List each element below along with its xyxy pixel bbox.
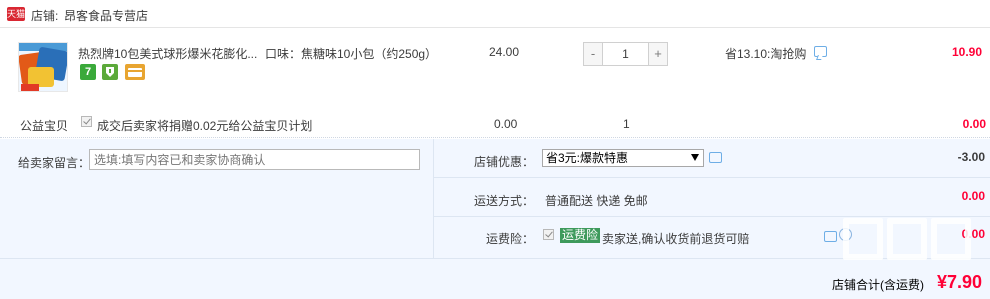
sku-option: 口味：焦糖味10小包（约250g） — [265, 47, 438, 61]
service-icons: 7 — [80, 64, 148, 80]
charity-total: 0.00 — [962, 117, 986, 131]
quantity-stepper: - 1 + — [583, 42, 668, 66]
seller-message-input[interactable] — [89, 149, 420, 170]
product-thumbnail[interactable] — [18, 42, 68, 92]
shop-discount-select[interactable]: 省3元:爆款特惠 — [542, 149, 704, 167]
guarantee-icon[interactable] — [102, 64, 119, 80]
quantity-increase-button[interactable]: + — [648, 42, 668, 66]
chat-bubble-icon[interactable] — [824, 231, 837, 242]
tmall-badge-icon: 天猫 — [7, 7, 26, 21]
shipping-method: 普通配送 快递 免邮 — [545, 194, 648, 208]
row-divider — [433, 216, 990, 217]
shop-discount-label: 店铺优惠： — [474, 155, 535, 169]
charity-price: 0.00 — [494, 117, 518, 131]
cart-item-row: 热烈牌10包美式球形爆米花膨化... 7 口味：焦糖味10小包（约250g） 2… — [8, 29, 990, 105]
order-options-panel: 给卖家留言： 店铺优惠： 省3元:爆款特惠 -3.00 运送方式： 普通配送 快… — [0, 139, 990, 299]
shop-label: 店铺: — [31, 9, 59, 23]
unit-price: 24.00 — [489, 45, 520, 59]
shop-name-link[interactable]: 昂客食品专营店 — [64, 7, 148, 24]
item-subtotal: 10.90 — [951, 45, 982, 59]
seven-day-return-icon[interactable]: 7 — [80, 64, 96, 80]
shipping-amount: 0.00 — [961, 189, 985, 203]
charity-text: 成交后卖家将捐赠0.02元给公益宝贝计划 — [97, 119, 313, 133]
quantity-input[interactable]: 1 — [603, 42, 648, 66]
insurance-checkbox[interactable] — [543, 229, 554, 240]
row-divider — [0, 258, 990, 259]
dropdown-arrow-icon — [691, 154, 699, 161]
panel-divider — [433, 139, 434, 259]
shop-discount-amount: -3.00 — [957, 150, 985, 164]
product-title-link[interactable]: 热烈牌10包美式球形爆米花膨化... — [78, 45, 260, 61]
charity-checkbox[interactable] — [81, 116, 92, 127]
shipping-label: 运送方式： — [474, 194, 535, 208]
insurance-label: 运费险： — [486, 232, 535, 246]
credit-card-icon[interactable] — [124, 64, 145, 80]
row-divider — [433, 177, 990, 178]
promotion-label: 省13.10:淘抢购 — [725, 47, 807, 61]
chat-bubble-icon[interactable] — [709, 152, 722, 163]
charity-label: 公益宝贝 — [20, 119, 69, 133]
charity-row: 公益宝贝 成交后卖家将捐赠0.02元给公益宝贝计划 0.00 1 0.00 — [0, 106, 990, 138]
charity-quantity: 1 — [623, 117, 630, 131]
shop-total-label: 店铺合计(含运费) — [832, 278, 924, 292]
shop-header: 天猫 店铺: 昂客食品专营店 — [0, 0, 990, 28]
shop-discount-selected: 省3元:爆款特惠 — [546, 151, 629, 165]
seller-message-label: 给卖家留言： — [18, 156, 91, 170]
quantity-decrease-button[interactable]: - — [583, 42, 603, 66]
watermark-logo — [843, 218, 983, 278]
insurance-text: 卖家送,确认收货前退货可赔 — [602, 232, 750, 246]
insurance-badge: 运费险 — [560, 228, 601, 243]
chat-bubble-icon[interactable] — [814, 46, 827, 57]
